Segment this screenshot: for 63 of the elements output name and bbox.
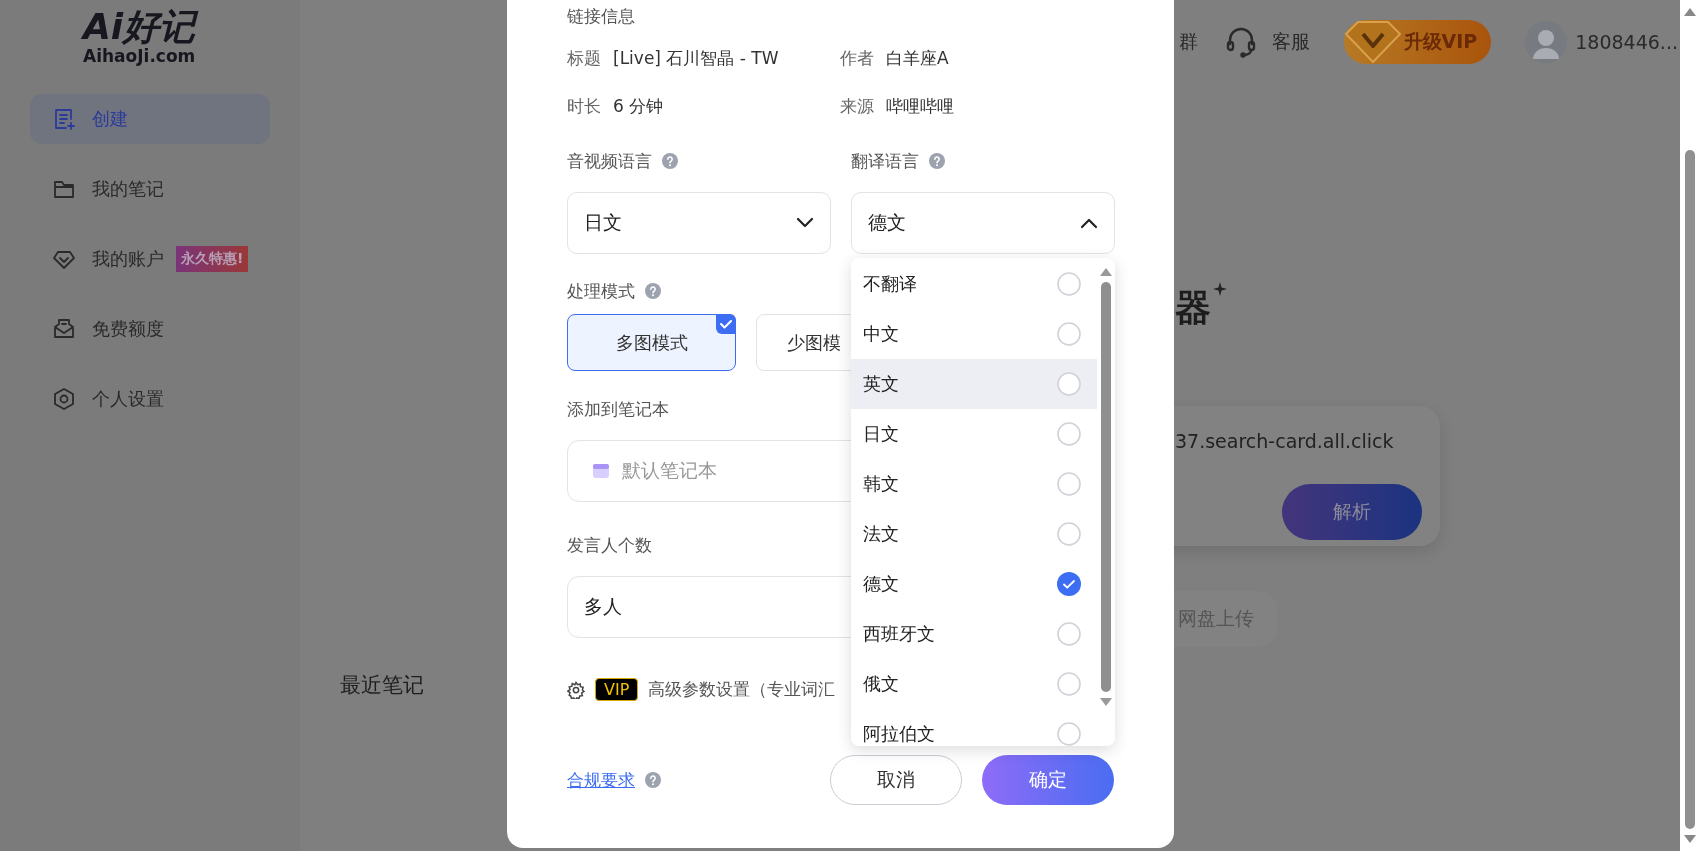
advanced-settings-link[interactable]: 高级参数设置（专业词汇 <box>648 678 836 701</box>
promo-badge: 永久特惠! <box>176 246 249 272</box>
inbox-icon <box>52 317 76 341</box>
help-icon[interactable] <box>645 772 661 788</box>
field-label: 标题 <box>567 46 601 70</box>
field-value: 6 分钟 <box>613 94 664 118</box>
section-title: 最近笔记 <box>339 672 424 699</box>
select-value: 日文 <box>584 210 622 235</box>
scroll-thumb[interactable] <box>1685 150 1695 829</box>
confirm-button[interactable]: 确定 <box>982 755 1114 805</box>
scroll-down-icon[interactable] <box>1100 698 1112 706</box>
vip-badge: VIP <box>595 678 639 701</box>
scroll-thumb[interactable] <box>1101 282 1111 692</box>
group-link[interactable]: 群 <box>1178 29 1198 55</box>
scroll-up-icon[interactable] <box>1100 268 1112 276</box>
select-placeholder: 默认笔记本 <box>622 458 717 483</box>
user-name[interactable]: 1808446... <box>1575 31 1678 53</box>
diamond-icon <box>1343 20 1402 64</box>
dropdown-option[interactable]: 阿拉伯文 <box>851 709 1097 746</box>
page-scrollbar[interactable] <box>1680 0 1700 851</box>
avatar-icon[interactable] <box>1525 21 1568 63</box>
field-value: [Live] 石川智晶 - TW <box>613 46 779 70</box>
doc-plus-icon <box>52 107 76 131</box>
select-value: 德文 <box>868 210 906 235</box>
field-label: 处理模式 <box>567 279 635 303</box>
field-value: 哔哩哔哩 <box>886 94 954 118</box>
language-select[interactable]: 德文 <box>851 192 1115 254</box>
link-input[interactable]: 37.search-card.all.click <box>1175 430 1432 452</box>
headset-icon[interactable] <box>1225 26 1256 58</box>
select-value: 多人 <box>584 594 622 619</box>
scroll-up-icon[interactable] <box>1684 8 1696 16</box>
help-icon[interactable] <box>662 153 678 169</box>
sparkle-icon <box>1213 282 1227 296</box>
help-icon[interactable] <box>929 153 945 169</box>
field-label: 来源 <box>840 94 874 118</box>
dropdown-option[interactable]: 俄文 <box>851 659 1097 709</box>
field-label: 发言人个数 <box>567 533 652 557</box>
cancel-button[interactable]: 取消 <box>830 755 962 805</box>
settings-icon[interactable] <box>567 680 585 699</box>
language-select[interactable]: 日文 <box>567 192 831 254</box>
field-label: 添加到笔记本 <box>567 397 669 421</box>
field-value: 白羊座A <box>886 46 949 70</box>
hero-title: 器 <box>1175 286 1211 330</box>
sidebar-item[interactable]: 我的笔记 <box>30 164 270 214</box>
field-label: 翻译语言 <box>851 149 919 173</box>
customer-service-link[interactable]: 客服 <box>1271 29 1310 55</box>
field-label: 作者 <box>840 46 874 70</box>
section-label: 链接信息 <box>567 5 636 28</box>
help-icon[interactable] <box>645 283 661 299</box>
sidebar-item[interactable]: 我的账户 永久特惠! <box>30 234 270 284</box>
field-label: 时长 <box>567 94 601 118</box>
dropdown-option[interactable]: 英文 <box>851 359 1097 409</box>
logo-domain: AihaoJi.com <box>83 46 197 66</box>
scroll-down-icon[interactable] <box>1684 835 1696 843</box>
mode-option[interactable]: 多图模式 <box>567 314 736 371</box>
check-badge-icon <box>716 314 736 334</box>
compliance-link[interactable]: 合规要求 <box>567 768 635 792</box>
notebook-icon <box>592 462 610 480</box>
hexagon-icon <box>52 387 76 411</box>
dropdown-option[interactable]: 不翻译 <box>851 259 1097 309</box>
dropdown-option[interactable]: 法文 <box>851 509 1097 559</box>
field-label: 音视频语言 <box>567 149 652 173</box>
logo-mark: Ai好记 <box>83 8 203 46</box>
